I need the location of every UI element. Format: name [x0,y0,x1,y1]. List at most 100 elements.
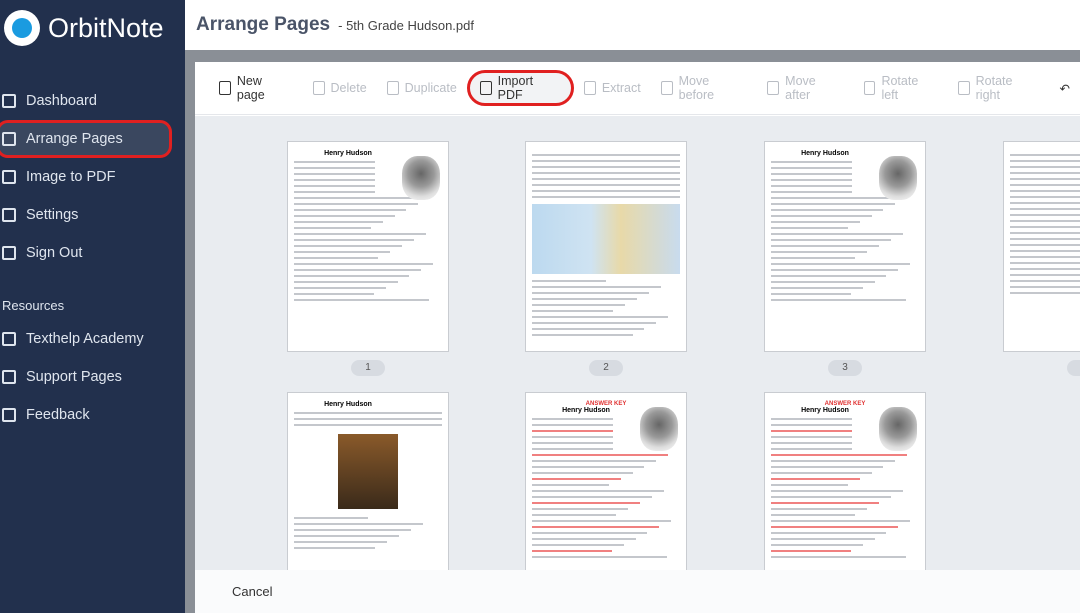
rotate-left-button[interactable]: Rotate left [854,70,948,106]
text-line [771,556,906,558]
toolbar-label: New page [236,74,265,102]
text-line [294,424,442,426]
sidebar-item-arrange-pages[interactable]: Arrange Pages [0,120,172,158]
text-line [532,502,641,504]
sidebar-item-label: Support Pages [26,369,122,385]
text-line [294,269,422,271]
sidebar-item-dashboard[interactable]: Dashboard [0,82,185,120]
gear-icon [2,208,16,222]
move-after-button[interactable]: Move after [757,70,853,106]
text-line [771,269,899,271]
duplicate-button[interactable]: Duplicate [377,70,467,106]
text-line [532,316,669,318]
toolbar: New page Delete Duplicate Import PDF Extract… [195,62,1080,115]
sidebar-item-label: Dashboard [26,93,97,109]
text-line [532,178,680,180]
page-thumbnail[interactable]: ANSWER KEY Henry Hudson [525,392,687,570]
sidebar-item-sign-out[interactable]: Sign Out [0,234,185,272]
text-line [771,550,851,552]
text-line [771,239,891,241]
text-line [294,221,383,223]
delete-button[interactable]: Delete [303,70,377,106]
page-thumbnail[interactable] [1003,141,1080,352]
text-line [1010,238,1080,240]
text-line [1010,166,1080,168]
text-line [771,532,887,534]
text-line [532,334,633,336]
page-number: 4 [1067,360,1080,376]
text-line [532,298,638,300]
page-thumbnail[interactable] [525,141,687,352]
text-line [1010,208,1080,210]
text-line [294,173,376,175]
text-line [294,541,388,543]
text-line [771,179,853,181]
sidebar-item-feedback[interactable]: Feedback [0,396,185,434]
undo-button[interactable]: ↶ [1050,70,1080,106]
text-line [532,520,672,522]
delete-icon [312,81,325,95]
text-line [1010,274,1080,276]
text-line [1010,232,1080,234]
text-line [294,281,398,283]
text-line [294,203,419,205]
toolbar-label: Duplicate [404,81,457,95]
page-title-text: Henry Hudson [801,150,849,157]
import-pdf-button[interactable]: Import PDF [466,70,574,106]
text-line [1010,226,1080,228]
extract-button[interactable]: Extract [574,70,651,106]
text-line [771,185,853,187]
text-line [771,173,853,175]
text-line [294,167,376,169]
logo: OrbitNote [4,10,164,46]
resources-nav: Resources Texthelp Academy Support Pages Fe… [0,290,185,434]
text-line [1010,190,1080,192]
text-line [532,154,680,156]
sidebar-item-settings[interactable]: Settings [0,196,185,234]
sidebar-item-texthelp-academy[interactable]: Texthelp Academy [0,320,185,358]
text-line [771,299,906,301]
text-line [1010,250,1080,252]
page-thumbnail[interactable]: Henry Hudson [287,141,449,352]
text-line [294,215,395,217]
move-before-icon [660,81,673,95]
text-line [532,496,652,498]
text-line [532,490,664,492]
text-line [294,535,400,537]
text-line [1010,262,1080,264]
page-thumbnail[interactable]: ANSWER KEY Henry Hudson [764,392,926,570]
text-line [1010,220,1080,222]
move-before-button[interactable]: Move before [651,70,758,106]
text-line [771,442,853,444]
toolbar-label: Extract [601,81,641,95]
text-line [771,526,899,528]
rotate-right-icon [957,81,970,95]
cancel-button[interactable]: Cancel [232,584,272,599]
sidebar-item-label: Texthelp Academy [26,331,144,347]
text-line [1010,256,1080,258]
text-line [1010,154,1080,156]
text-line [532,472,633,474]
page-thumbnail[interactable]: Henry Hudson [764,141,926,352]
sidebar-item-support-pages[interactable]: Support Pages [0,358,185,396]
rotate-right-button[interactable]: Rotate right [948,70,1050,106]
text-line [532,550,612,552]
text-line [294,239,414,241]
text-line [294,179,376,181]
arrange-pages-dialog: New page Delete Duplicate Import PDF Extract… [195,62,1080,613]
text-line [771,430,853,432]
sidebar-item-label: Settings [26,207,79,223]
page-thumbnail[interactable]: Henry Hudson [287,392,449,570]
feedback-icon [2,408,16,422]
text-line [771,454,908,456]
new-page-button[interactable]: New page [209,70,303,106]
text-line [771,161,853,163]
text-line [294,251,391,253]
dialog-footer: Cancel [195,570,1080,613]
text-line [532,526,660,528]
app-name: OrbitNote [48,12,164,43]
sidebar-item-image-to-pdf[interactable]: Image to PDF [0,158,185,196]
text-line [771,538,875,540]
text-line [771,167,853,169]
text-line [294,287,386,289]
